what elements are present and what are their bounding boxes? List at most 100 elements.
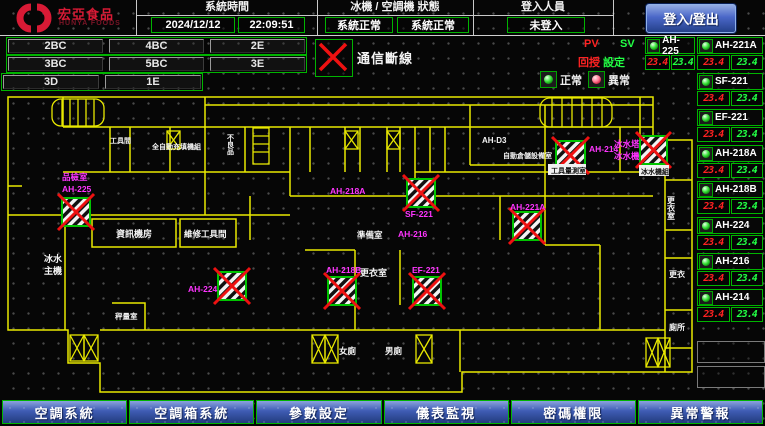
status-led-icon: [699, 111, 713, 125]
floor-button-2bc[interactable]: 2BC: [8, 39, 103, 53]
login-user-value: 未登入: [507, 17, 585, 33]
unit-name: AH-216: [715, 256, 749, 267]
nav-ahu-system-button[interactable]: 空調箱系統: [129, 400, 254, 424]
empty-unit-slot: [697, 341, 765, 363]
svg-text:冰水機組: 冰水機組: [641, 167, 669, 176]
unit-button-ef-221[interactable]: EF-221: [697, 109, 763, 126]
nav-password-permission-button[interactable]: 密碼權限: [511, 400, 636, 424]
pv-value: 23.4: [697, 235, 730, 250]
unit-button-ah-221a[interactable]: AH-221A: [697, 37, 763, 54]
status-led-icon: [699, 39, 713, 53]
svg-text:更衣室: 更衣室: [666, 195, 676, 221]
unit-button-ah-225[interactable]: AH-225: [645, 37, 695, 54]
nav-label: 密碼權限: [512, 401, 635, 423]
pv-value: 23.4: [697, 127, 730, 142]
svg-text:更衣室: 更衣室: [360, 267, 387, 278]
login-user-label: 登入人員: [473, 1, 613, 14]
setting-label: 設定: [603, 54, 625, 70]
unit-name: AH-221A: [715, 40, 757, 51]
svg-text:EF-221: EF-221: [412, 265, 440, 275]
unit-name: SF-221: [715, 76, 748, 87]
svg-text:AH-218A: AH-218A: [330, 186, 365, 196]
svg-text:工具量測室: 工具量測室: [551, 166, 586, 175]
legend-abnormal: 異常: [588, 71, 630, 88]
svg-text:全自動充填機組: 全自動充填機組: [151, 142, 201, 151]
nav-label: 參數設定: [257, 401, 380, 423]
floor-button-3e[interactable]: 3E: [210, 57, 305, 71]
chiller-status-value: 系統正常: [325, 17, 393, 33]
ahu-unit-ah224[interactable]: [214, 268, 250, 304]
nav-abnormal-alarm-button[interactable]: 異常警報: [638, 400, 763, 424]
status-led-icon: [699, 255, 713, 269]
svg-text:主機: 主機: [44, 265, 62, 276]
svg-text:冰水塔: 冰水塔: [614, 139, 640, 149]
ahu-units: [58, 132, 671, 309]
sv-value: 23.4: [671, 55, 696, 70]
ahu-unit-ah221a[interactable]: [509, 208, 545, 244]
nav-parameter-settings-button[interactable]: 參數設定: [256, 400, 381, 424]
sv-value: 23.4: [731, 235, 764, 250]
status-led-icon: [699, 291, 713, 305]
nav-hvac-system-button[interactable]: 空調系統: [2, 400, 127, 424]
pv-value: 23.4: [697, 91, 730, 106]
floor-button-3d[interactable]: 3D: [3, 75, 99, 89]
unit-name: AH-224: [715, 220, 749, 231]
unit-name: AH-214: [715, 292, 749, 303]
unit-panel-ah-218a: AH-218A 23.4 23.4: [697, 145, 763, 178]
unit-button-sf-221[interactable]: SF-221: [697, 73, 763, 90]
ahu-unit-sf221[interactable]: [403, 175, 439, 211]
nav-instrument-monitor-button[interactable]: 儀表監視: [384, 400, 509, 424]
hmi-screen: 工具間 全自動充填機組 不良品 AH-D3 自動倉儲設備室 工具量測室 冰水機組…: [0, 0, 765, 426]
login-logout-button[interactable]: 登入/登出: [646, 4, 736, 33]
svg-text:更衣: 更衣: [669, 269, 685, 279]
unit-button-ah-216[interactable]: AH-216: [697, 253, 763, 270]
company-logo-icon: [8, 2, 58, 34]
unit-button-ah-218b[interactable]: AH-218B: [697, 181, 763, 198]
pv-value: 23.4: [645, 55, 670, 70]
nav-label: 空調箱系統: [130, 401, 253, 423]
floor-button-5bc[interactable]: 5BC: [109, 57, 204, 71]
comm-loss-icon: [315, 39, 353, 77]
floor-button-row-3: 3D 1E: [1, 73, 203, 91]
floor-button-4bc[interactable]: 4BC: [109, 39, 204, 53]
unit-panel-ah-214: AH-214 23.4 23.4: [697, 289, 763, 322]
unit-name: AH-225: [662, 35, 694, 57]
unit-button-ah-224[interactable]: AH-224: [697, 217, 763, 234]
ahu-labels: 品檢室 AH-225 AH-224 AH-218B EF-221 SF-221 …: [62, 139, 640, 294]
ahu-unit-ef221[interactable]: [409, 273, 445, 309]
system-time-label: 系統時間: [137, 1, 317, 14]
floor-button-row-2: 3BC 5BC 3E: [6, 55, 307, 73]
ahu-unit-ah218b[interactable]: [324, 273, 360, 309]
svg-text:AH-D3: AH-D3: [482, 136, 507, 145]
pv-value: 23.4: [697, 271, 730, 286]
pv-value: 23.4: [697, 55, 730, 70]
floor-button-2e[interactable]: 2E: [210, 39, 305, 53]
unit-panel-ef-221: EF-221 23.4 23.4: [697, 109, 763, 142]
normal-led-icon: [540, 71, 557, 88]
ahu-unit-ah225[interactable]: [58, 194, 94, 230]
unit-button-ah-214[interactable]: AH-214: [697, 289, 763, 306]
ahu-unit-chiller[interactable]: [636, 132, 671, 168]
svg-text:AH-221A: AH-221A: [510, 202, 545, 212]
svg-text:冰水: 冰水: [44, 253, 63, 264]
unit-name: AH-218B: [715, 184, 757, 195]
empty-unit-slot: [697, 366, 765, 388]
unit-panel-sf-221: SF-221 23.4 23.4: [697, 73, 763, 106]
bottom-nav: 空調系統 空調箱系統 參數設定 儀表監視 密碼權限 異常警報: [0, 398, 765, 426]
status-led-icon: [699, 75, 713, 89]
unit-panel-ah-224: AH-224 23.4 23.4: [697, 217, 763, 250]
status-led-icon: [699, 147, 713, 161]
svg-text:AH-216: AH-216: [398, 229, 428, 239]
unit-panel-ah-216: AH-216 23.4 23.4: [697, 253, 763, 286]
machine-status-label: 冰機 / 空調機 狀態: [317, 1, 473, 14]
pv-header-label: PV: [584, 38, 599, 50]
svg-text:廁所: 廁所: [669, 322, 685, 332]
unit-button-ah-218a[interactable]: AH-218A: [697, 145, 763, 162]
floor-button-1e[interactable]: 1E: [105, 75, 201, 89]
unit-name: EF-221: [715, 112, 748, 123]
floor-button-3bc[interactable]: 3BC: [8, 57, 103, 71]
pv-value: 23.4: [697, 307, 730, 322]
svg-text:工具間: 工具間: [110, 136, 131, 145]
brand-name-en: HUNYA FOODS: [59, 20, 121, 27]
legend-normal: 正常: [540, 71, 582, 88]
